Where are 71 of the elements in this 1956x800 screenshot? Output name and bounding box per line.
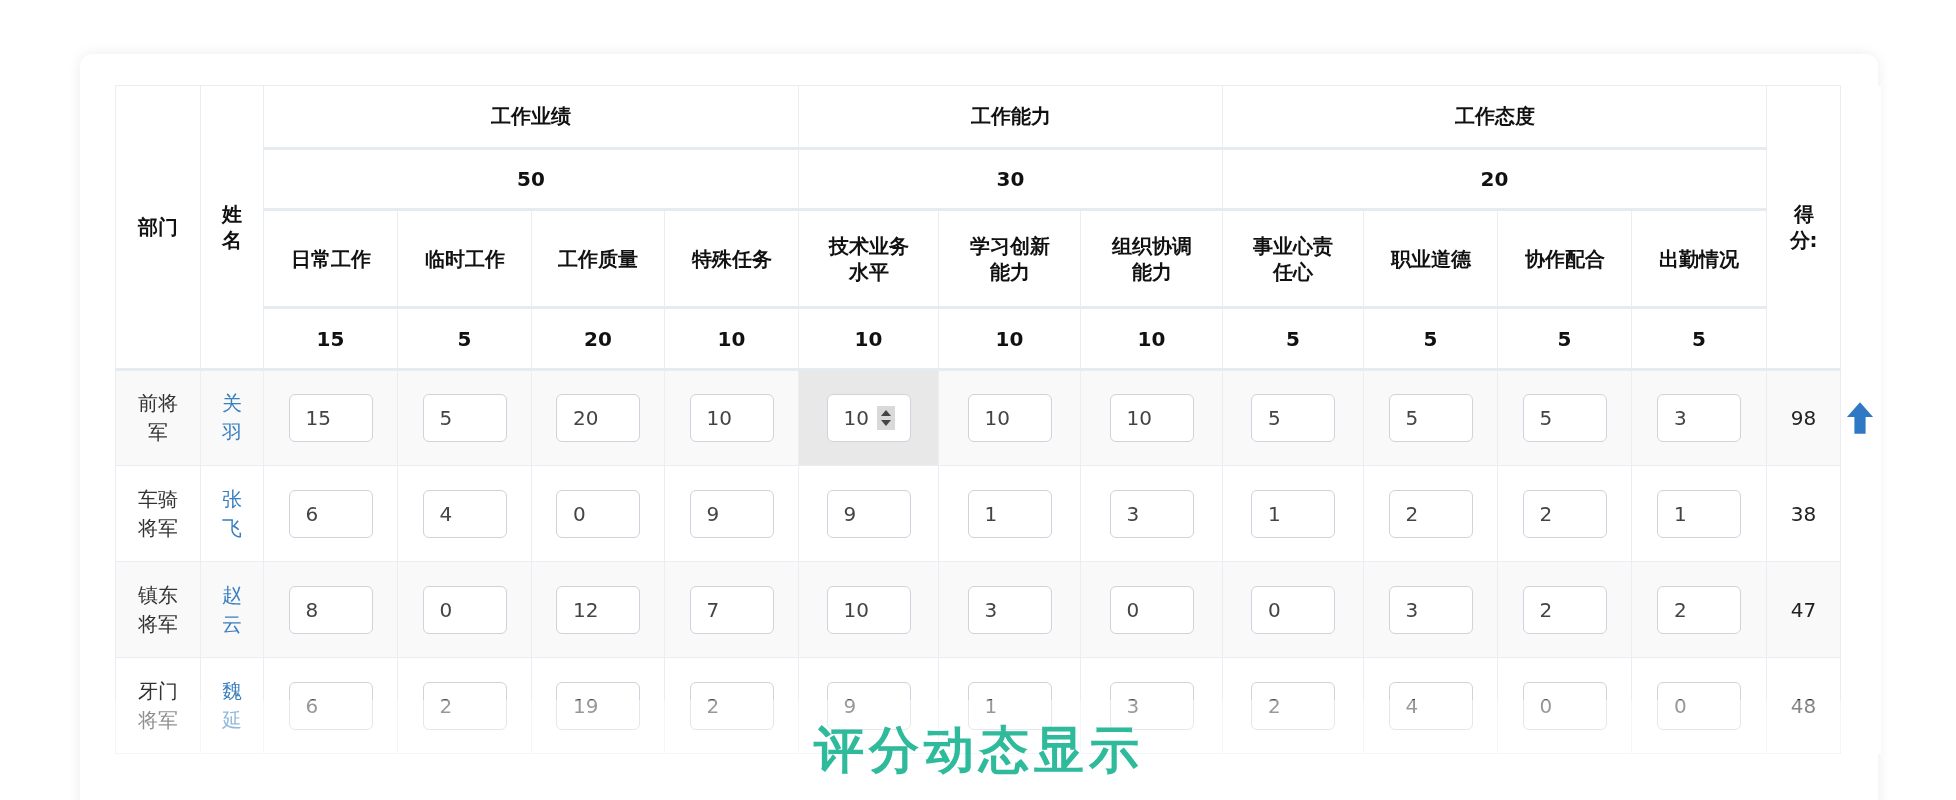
number-field[interactable]: 2 [1522, 585, 1607, 634]
criterion-header: 事业心责任心 [1252, 232, 1334, 285]
number-field[interactable]: 5 [422, 394, 507, 442]
criterion-max: 10 [1137, 326, 1166, 351]
group-header: 工作态度 [1454, 104, 1535, 128]
criterion-header: 日常工作 [290, 245, 371, 272]
criterion-max: 5 [1423, 326, 1438, 351]
column-header: 部门 [138, 214, 178, 239]
number-field[interactable]: 1 [1251, 489, 1335, 538]
number-field[interactable]: 4 [422, 489, 507, 538]
criterion-max: 10 [995, 326, 1024, 351]
criterion-header: 临时工作 [424, 245, 505, 272]
criterion-header: 组织协调能力 [1110, 232, 1193, 285]
number-field[interactable]: 0 [422, 585, 507, 634]
number-field[interactable]: 0 [1251, 585, 1335, 634]
group-header: 工作业绩 [491, 104, 571, 128]
criterion-max: 15 [316, 326, 345, 351]
criterion-header: 特殊任务 [691, 245, 772, 272]
criterion-header: 出勤情况 [1659, 245, 1739, 272]
number-field[interactable]: 15 [288, 394, 373, 442]
number-field[interactable]: 10 [1109, 394, 1194, 442]
department-cell-text: 镇东将军 [137, 581, 179, 638]
number-field[interactable]: 1 [1657, 489, 1741, 538]
number-field[interactable]: 0 [1109, 585, 1194, 634]
number-field[interactable]: 10 [826, 585, 911, 634]
criterion-header: 学习创新能力 [968, 232, 1051, 285]
number-field[interactable]: 8 [288, 585, 373, 634]
number-field[interactable]: 3 [1657, 394, 1741, 442]
criterion-max: 10 [854, 326, 883, 351]
number-field[interactable]: 0 [556, 489, 640, 538]
criterion-header: 工作质量 [558, 245, 638, 272]
criterion-max: 5 [1557, 326, 1572, 351]
total-score: 48 [1790, 693, 1817, 718]
department-cell-text: 前将军 [137, 390, 179, 446]
criterion-max: 20 [584, 326, 612, 351]
number-field[interactable]: 7 [689, 585, 774, 634]
total-score: 38 [1790, 501, 1817, 526]
criterion-max: 10 [717, 326, 746, 351]
number-field[interactable]: 3 [967, 585, 1052, 634]
total-score: 98 [1790, 406, 1817, 430]
number-field[interactable]: 10 [967, 394, 1052, 442]
department-cell-text: 车骑将军 [137, 485, 179, 542]
criterion-header: 职业道德 [1390, 245, 1471, 272]
number-field[interactable]: 10 [689, 394, 774, 442]
department-cell-text: 牙门将军 [137, 677, 179, 734]
column-header: 得分: [1788, 201, 1819, 253]
number-field[interactable]: 9 [826, 489, 911, 538]
group-weight: 50 [517, 167, 545, 191]
criterion-header: 技术业务水平 [827, 232, 910, 285]
number-field[interactable]: 5 [1388, 394, 1473, 442]
group-weight: 30 [996, 167, 1025, 191]
criterion-max: 5 [1286, 326, 1300, 351]
number-field[interactable]: 3 [1388, 585, 1473, 634]
criterion-header: 协作配合 [1524, 245, 1605, 272]
criterion-max: 5 [1692, 326, 1706, 351]
group-weight: 20 [1480, 167, 1509, 191]
criterion-max: 5 [457, 326, 472, 351]
number-field[interactable]: 3 [1109, 489, 1194, 538]
number-field[interactable]: 6 [288, 489, 373, 538]
number-field[interactable]: 2 [1522, 489, 1607, 538]
number-field[interactable]: 9 [689, 489, 774, 538]
number-field[interactable]: 1 [967, 489, 1052, 538]
column-header: 姓名 [221, 201, 243, 253]
number-field[interactable]: 2 [1657, 585, 1741, 634]
number-field[interactable]: 2 [1388, 489, 1473, 538]
number-field[interactable]: 12 [556, 585, 640, 634]
number-field[interactable]: 5 [1251, 394, 1335, 442]
number-field[interactable]: 20 [556, 394, 640, 442]
number-field[interactable]: 5 [1522, 394, 1607, 442]
total-score: 47 [1790, 597, 1817, 622]
group-header: 工作能力 [970, 104, 1051, 128]
